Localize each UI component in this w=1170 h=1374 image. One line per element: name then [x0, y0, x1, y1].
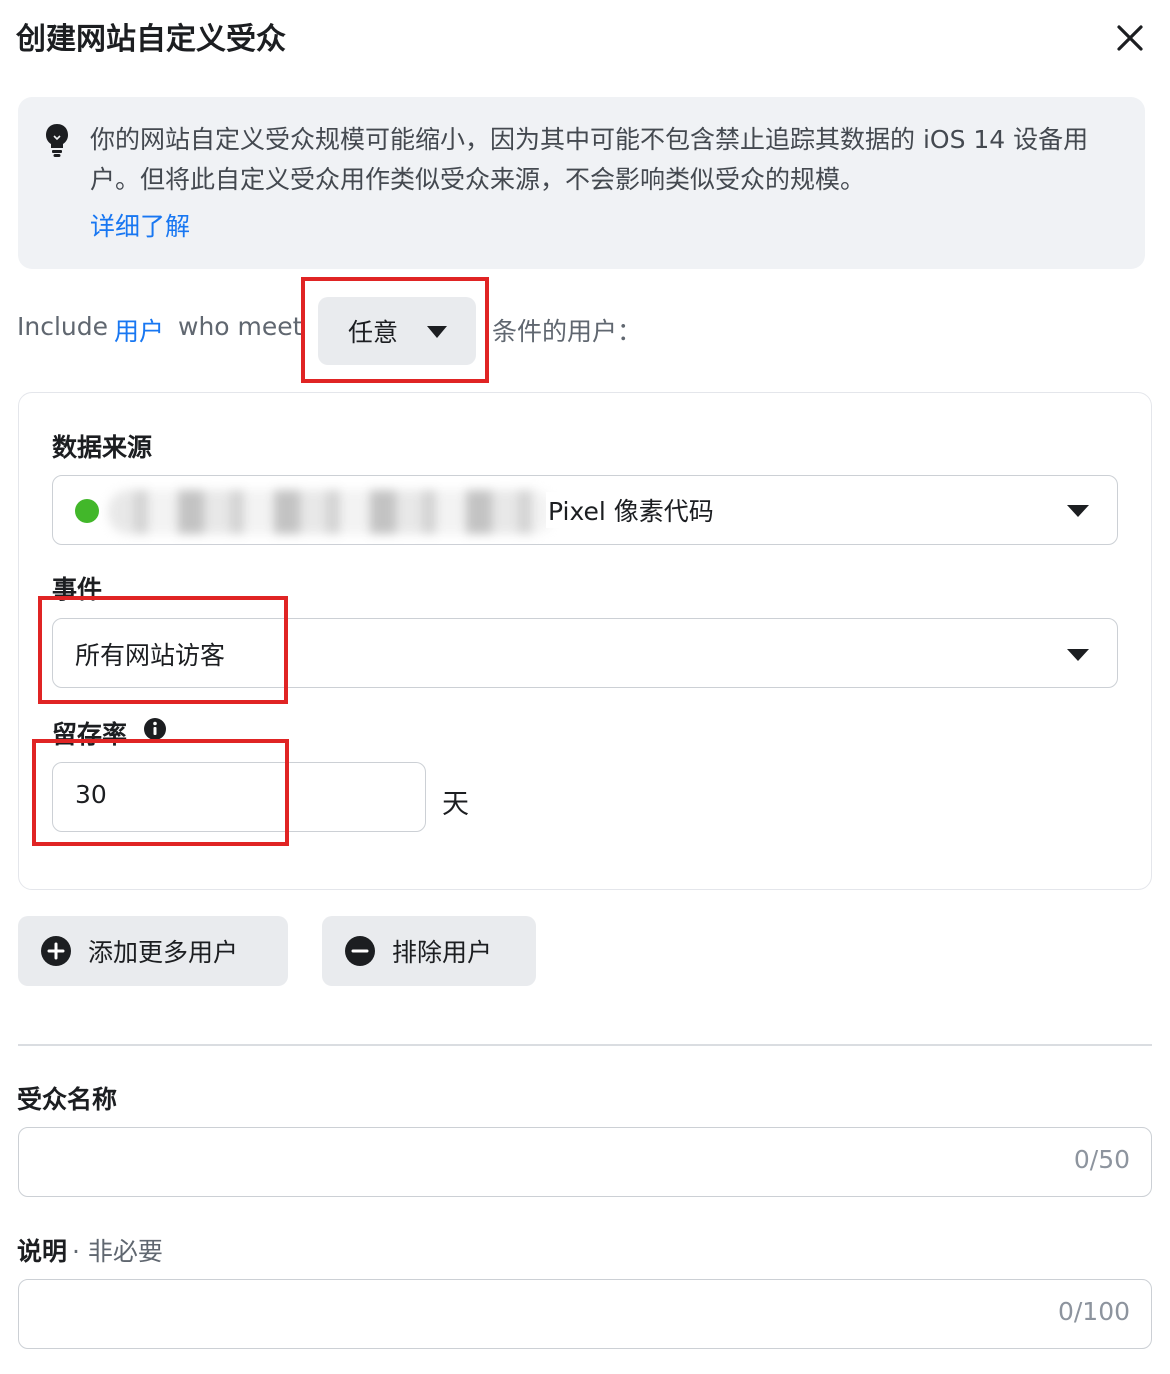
redacted-pixel-name	[108, 490, 554, 534]
add-more-people-label: 添加更多用户	[88, 938, 239, 967]
retention-unit: 天	[442, 789, 469, 820]
dialog-title: 创建网站自定义受众	[16, 22, 286, 57]
audience-name-counter: 0/50	[1073, 1145, 1130, 1174]
caret-down-icon	[1066, 647, 1090, 666]
divider	[18, 1044, 1152, 1046]
description-label: 说明	[17, 1237, 68, 1266]
status-dot	[75, 499, 99, 523]
audience-name-label: 受众名称	[17, 1085, 118, 1114]
notice-text: 你的网站自定义受众规模可能缩小，因为其中可能不包含禁止追踪其数据的 iOS 14…	[90, 125, 1089, 194]
lightbulb-icon	[44, 122, 70, 158]
highlight-box	[38, 596, 288, 704]
plus-circle-icon	[40, 935, 72, 971]
close-icon[interactable]	[1110, 18, 1150, 58]
source-label: 数据来源	[52, 433, 153, 462]
description-counter: 0/100	[1057, 1297, 1130, 1326]
highlight-box	[301, 277, 489, 383]
audience-name-input[interactable]	[18, 1127, 1152, 1197]
source-value: Pixel 像素代码	[546, 492, 714, 528]
minus-circle-icon	[344, 935, 376, 971]
caret-down-icon	[1066, 503, 1090, 522]
learn-more-link[interactable]: 详细了解	[90, 207, 190, 243]
exclude-people-label: 排除用户	[392, 938, 493, 967]
include-people-link[interactable]: 用户	[114, 312, 164, 348]
description-optional-label: · 非必要	[72, 1237, 163, 1266]
include-suffix: 条件的用户：	[492, 317, 643, 346]
highlight-box	[32, 739, 289, 846]
include-middle-text: who meet	[178, 312, 303, 341]
include-prefix: Include	[17, 312, 109, 341]
description-input[interactable]	[18, 1279, 1152, 1349]
